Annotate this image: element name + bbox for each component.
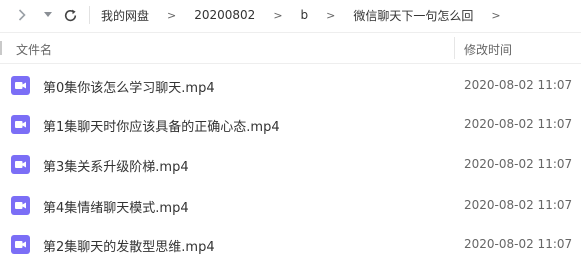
nav-divider <box>89 6 90 24</box>
column-header-modified[interactable]: 修改时间 <box>464 41 512 58</box>
video-file-icon <box>11 196 30 215</box>
file-row[interactable]: 第2集聊天的发散型思维.mp4 2020-08-02 11:07 <box>0 225 581 263</box>
column-header-name[interactable]: 文件名 <box>16 41 52 58</box>
file-name[interactable]: 第1集聊天时你应该具备的正确心态.mp4 <box>43 116 280 135</box>
chevron-down-icon[interactable] <box>40 5 56 25</box>
column-divider[interactable] <box>454 37 455 59</box>
file-list-header: 文件名 修改时间 <box>0 32 581 64</box>
file-name[interactable]: 第2集聊天的发散型思维.mp4 <box>43 236 215 255</box>
forward-icon[interactable] <box>14 5 30 25</box>
navigation-bar: 我的网盘 > 20200802 > b > 微信聊天下一句怎么回 > <box>0 0 581 32</box>
file-name[interactable]: 第4集情绪聊天模式.mp4 <box>43 197 189 216</box>
breadcrumb: 我的网盘 > 20200802 > b > 微信聊天下一句怎么回 > <box>101 6 501 24</box>
breadcrumb-item-root[interactable]: 我的网盘 <box>101 7 149 24</box>
breadcrumb-separator: > <box>326 8 336 22</box>
file-row[interactable]: 第1集聊天时你应该具备的正确心态.mp4 2020-08-02 11:07 <box>0 105 581 143</box>
file-modified-time: 2020-08-02 11:07 <box>464 237 573 251</box>
breadcrumb-item-folder[interactable]: b <box>301 8 309 22</box>
file-name[interactable]: 第0集你该怎么学习聊天.mp4 <box>43 77 215 96</box>
file-name[interactable]: 第3集关系升级阶梯.mp4 <box>43 156 189 175</box>
refresh-icon[interactable] <box>60 5 80 25</box>
file-modified-time: 2020-08-02 11:07 <box>464 78 573 92</box>
file-row[interactable]: 第4集情绪聊天模式.mp4 2020-08-02 11:07 <box>0 186 581 224</box>
breadcrumb-item-current[interactable]: 微信聊天下一句怎么回 <box>353 7 473 24</box>
header-edge-marker <box>0 41 2 55</box>
breadcrumb-separator: > <box>167 8 177 22</box>
video-file-icon <box>11 155 30 174</box>
file-modified-time: 2020-08-02 11:07 <box>464 157 573 171</box>
breadcrumb-separator[interactable]: > <box>491 9 500 22</box>
file-row[interactable]: 第3集关系升级阶梯.mp4 2020-08-02 11:07 <box>0 145 581 183</box>
breadcrumb-separator: > <box>273 8 283 22</box>
video-file-icon <box>11 76 30 95</box>
file-row[interactable]: 第0集你该怎么学习聊天.mp4 2020-08-02 11:07 <box>0 66 581 104</box>
breadcrumb-item-folder[interactable]: 20200802 <box>194 8 255 22</box>
file-modified-time: 2020-08-02 11:07 <box>464 117 573 131</box>
video-file-icon <box>11 115 30 134</box>
file-modified-time: 2020-08-02 11:07 <box>464 198 573 212</box>
video-file-icon <box>11 235 30 254</box>
